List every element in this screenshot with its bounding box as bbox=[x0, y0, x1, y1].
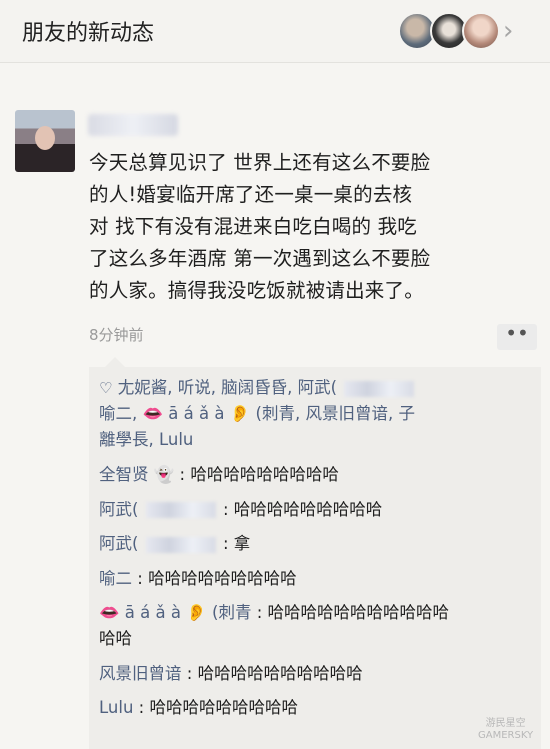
comment-text: 哈哈哈哈哈哈哈哈哈 bbox=[233, 499, 383, 519]
lips-icon: 👄 bbox=[99, 603, 120, 622]
post-text: 今天总算见识了 世界上还有这么不要脸 的人!婚宴临开席了还一桌一桌的去核 对 找… bbox=[89, 147, 539, 307]
comment-text: 哈哈哈哈哈哈哈哈哈 bbox=[148, 568, 297, 588]
comment-separator: : bbox=[222, 534, 234, 553]
post-text-line: 的人家。搞得我没吃饭就被请出来了。 bbox=[89, 279, 424, 302]
comment-area: ♡ 尢妮酱, 听说, 脑阔昏昏, 阿武( 喻二, 👄 ā á ǎ à 👂 (刺青… bbox=[89, 357, 541, 749]
list-item[interactable]: 👄 ā á ǎ à 👂 (刺青 : 哈哈哈哈哈哈哈哈哈哈哈 哈哈 bbox=[99, 600, 539, 652]
post-timestamp: 8分钟前 bbox=[89, 326, 144, 344]
likes-names[interactable]: (刺青, 风景旧曾谙, 子 bbox=[256, 404, 415, 423]
likes-names[interactable]: 尢妮酱, 听说, 脑阔昏昏, 阿武( bbox=[118, 378, 337, 397]
comment-text: 拿 bbox=[233, 534, 251, 553]
comment-author[interactable]: 阿武( bbox=[99, 500, 138, 519]
ear-icon: 👂 bbox=[229, 404, 251, 423]
top-bar[interactable]: 朋友的新动态 › bbox=[0, 0, 550, 63]
masked-name bbox=[145, 536, 216, 553]
comment-author[interactable]: 风景旧曾谙 bbox=[99, 664, 182, 683]
lips-icon: 👄 bbox=[142, 404, 164, 423]
comment-text: 哈哈哈哈哈哈哈哈哈哈 bbox=[197, 663, 363, 683]
page-title: 朋友的新动态 bbox=[22, 21, 155, 46]
post-text-line: 的人!婚宴临开席了还一桌一桌的去核 bbox=[89, 183, 413, 206]
likes-names[interactable]: 喻二, bbox=[99, 404, 143, 423]
comment-separator: : bbox=[186, 663, 198, 683]
ear-icon: 👂 bbox=[186, 603, 207, 622]
post-text-line: 今天总算见识了 世界上还有这么不要脸 bbox=[89, 151, 431, 174]
comment-separator: : bbox=[137, 568, 149, 588]
comment-text: 哈哈哈哈哈哈哈哈哈 bbox=[149, 698, 298, 717]
chevron-right-icon[interactable]: › bbox=[503, 16, 513, 46]
avatar bbox=[462, 12, 500, 50]
comment-author[interactable]: 阿武( bbox=[99, 534, 138, 553]
comments-list: 全智贤 👻 : 哈哈哈哈哈哈哈哈哈 阿武( : 哈哈哈哈哈哈哈哈哈 阿武( : … bbox=[99, 462, 539, 730]
comment-separator: : bbox=[179, 465, 191, 484]
comment-separator: : bbox=[256, 603, 268, 622]
list-item[interactable]: 阿武( : 哈哈哈哈哈哈哈哈哈 bbox=[99, 497, 539, 523]
likes-names[interactable]: 離學長, Lulu bbox=[99, 430, 193, 449]
more-button[interactable]: •• bbox=[497, 323, 537, 350]
post-text-line: 了这么多年酒席 第一次遇到这么不要脸 bbox=[89, 247, 431, 270]
comment-author[interactable]: 全智贤 bbox=[99, 465, 149, 484]
masked-name bbox=[344, 380, 415, 397]
post-text-line: 对 找下有没有混进来白吃白喝的 我吃 bbox=[89, 215, 417, 238]
comment-text: 哈哈哈哈哈哈哈哈哈 bbox=[190, 465, 339, 484]
friend-avatars bbox=[398, 12, 500, 50]
comment-author-prefix[interactable]: ā á ǎ à bbox=[125, 603, 181, 622]
comment-author[interactable]: (刺青 bbox=[212, 603, 251, 622]
watermark: 游民星空 GAMERSKY bbox=[478, 718, 533, 742]
masked-name bbox=[145, 502, 216, 518]
list-item[interactable]: Lulu : 哈哈哈哈哈哈哈哈哈 bbox=[99, 695, 539, 721]
watermark-line: GAMERSKY bbox=[478, 730, 534, 741]
comment-author[interactable]: Lulu bbox=[99, 698, 133, 717]
list-item[interactable]: 全智贤 👻 : 哈哈哈哈哈哈哈哈哈 bbox=[99, 462, 539, 488]
list-item[interactable]: 阿武( : 拿 bbox=[99, 531, 539, 557]
comment-author[interactable]: 喻二 bbox=[99, 569, 132, 588]
heart-icon: ♡ bbox=[99, 379, 113, 397]
comment-text: 哈哈哈哈哈哈哈哈哈哈哈 bbox=[267, 603, 450, 622]
list-item[interactable]: 喻二 : 哈哈哈哈哈哈哈哈哈 bbox=[99, 566, 539, 592]
post-author-name-masked bbox=[88, 114, 178, 136]
post-author-avatar[interactable] bbox=[15, 110, 75, 172]
ghost-icon: 👻 bbox=[153, 465, 175, 484]
likes-list: ♡ 尢妮酱, 听说, 脑阔昏昏, 阿武( 喻二, 👄 ā á ǎ à 👂 (刺青… bbox=[99, 375, 531, 453]
avatar-face bbox=[35, 126, 55, 150]
watermark-line: 游民星空 bbox=[485, 718, 526, 729]
comment-separator: : bbox=[222, 499, 234, 519]
likes-names[interactable]: ā á ǎ à bbox=[168, 404, 224, 423]
list-item[interactable]: 风景旧曾谙 : 哈哈哈哈哈哈哈哈哈哈 bbox=[99, 661, 539, 687]
comment-separator: : bbox=[138, 698, 150, 717]
comment-text-wrap: 哈哈 bbox=[99, 629, 132, 648]
